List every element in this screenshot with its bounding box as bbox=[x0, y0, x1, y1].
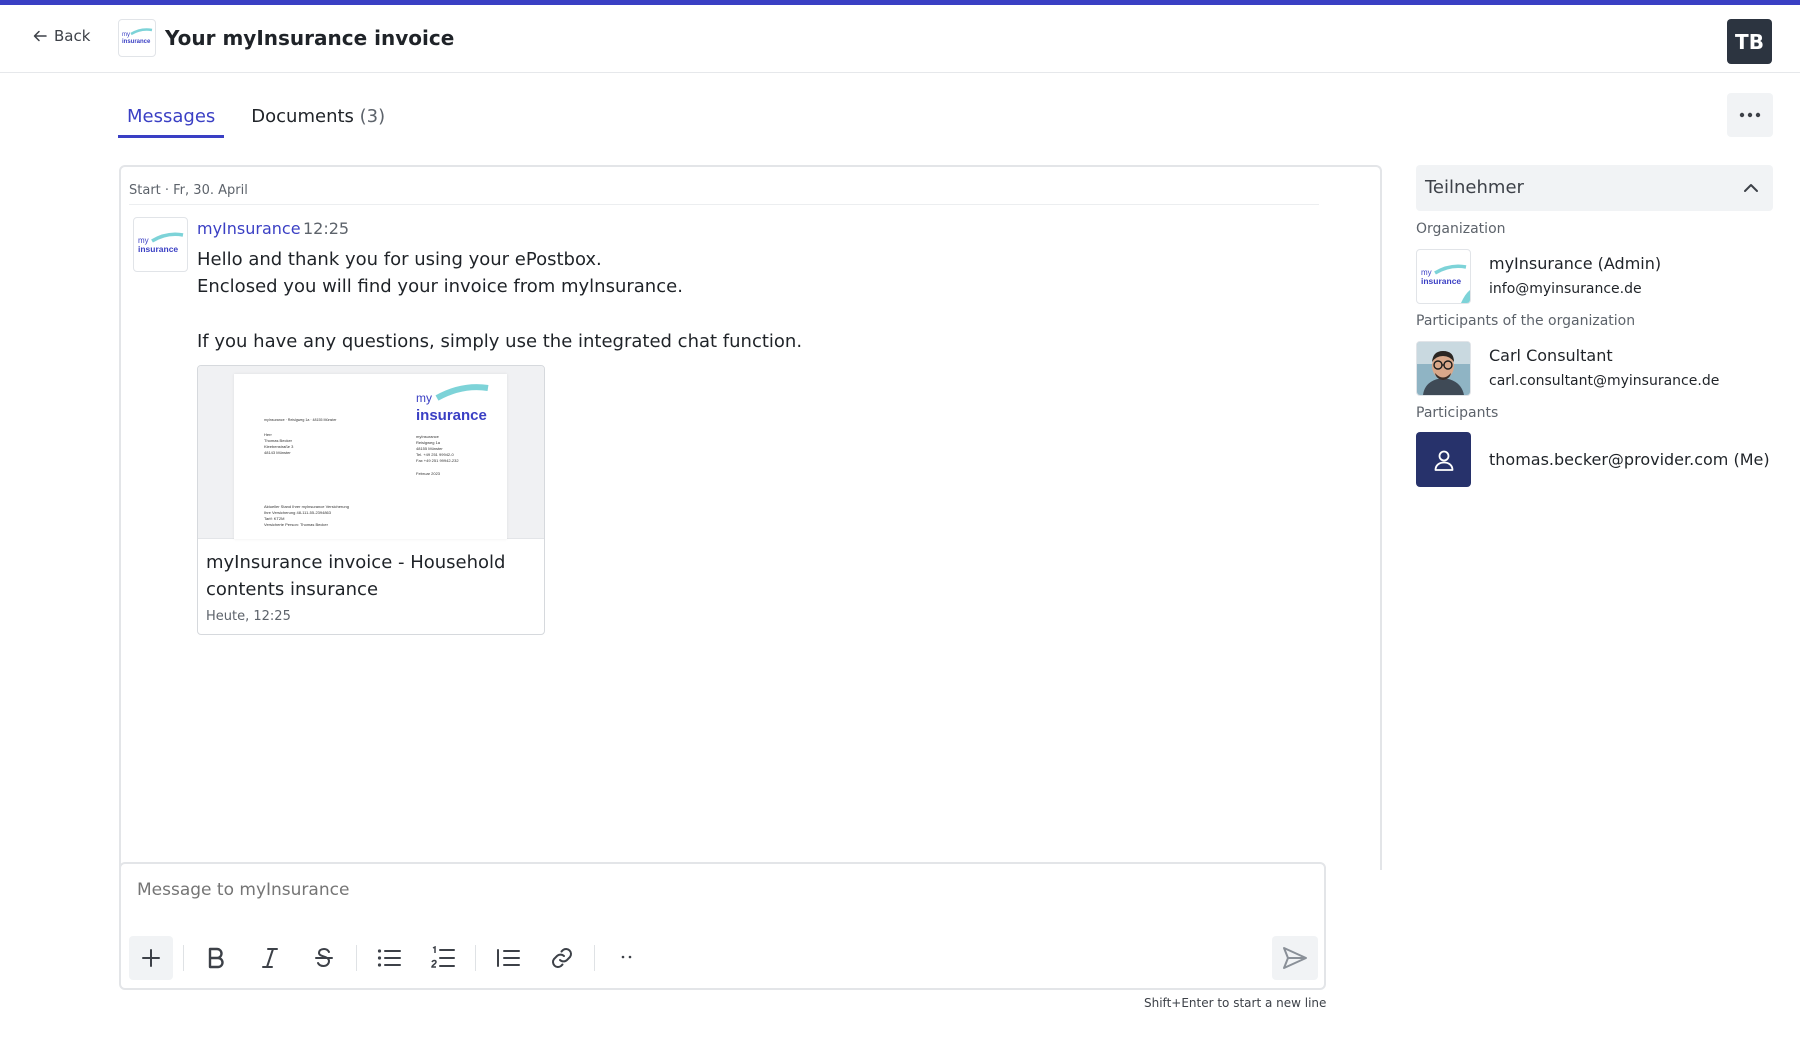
newline-hint: Shift+Enter to start a new line bbox=[1144, 996, 1327, 1010]
numbered-list-button[interactable] bbox=[421, 936, 465, 980]
back-button[interactable]: Back bbox=[32, 27, 90, 45]
header: Back my insurance Your myInsurance invoi… bbox=[0, 5, 1800, 73]
ellipsis-icon bbox=[621, 955, 632, 959]
participants-label: Participants bbox=[1416, 405, 1499, 421]
document-page-preview: my insurance myInsurance · Reislgweg 1a … bbox=[234, 374, 507, 539]
svg-text:Versicherte Person: Thomas Bec: Versicherte Person: Thomas Becker bbox=[264, 522, 329, 527]
message-line-3: If you have any questions, simply use th… bbox=[197, 331, 803, 352]
bold-icon bbox=[208, 947, 224, 969]
sender-avatar: my insurance bbox=[133, 217, 188, 272]
message-time: 12:25 bbox=[303, 219, 350, 238]
more-formatting-button[interactable] bbox=[605, 936, 649, 980]
svg-text:insurance: insurance bbox=[416, 407, 487, 424]
participants-panel-header[interactable]: Teilnehmer bbox=[1416, 165, 1773, 211]
consultant-name: Carl Consultant bbox=[1489, 346, 1613, 365]
svg-text:Fax +49 251 99942-232: Fax +49 251 99942-232 bbox=[416, 458, 459, 463]
organization-avatar: my insurance bbox=[1416, 249, 1471, 304]
strikethrough-icon bbox=[315, 947, 333, 968]
consultant-email[interactable]: carl.consultant@myinsurance.de bbox=[1489, 373, 1719, 389]
attachment-card[interactable]: my insurance myInsurance · Reislgweg 1a … bbox=[197, 365, 545, 635]
svg-text:my: my bbox=[416, 391, 432, 405]
organization-logo: my insurance bbox=[118, 19, 156, 57]
me-email[interactable]: thomas.becker@provider.com (Me) bbox=[1489, 450, 1770, 469]
message-line-2: Enclosed you will find your invoice from… bbox=[197, 276, 683, 297]
organization-name: myInsurance (Admin) bbox=[1489, 254, 1662, 273]
tab-messages[interactable]: Messages bbox=[118, 100, 225, 138]
message-input[interactable] bbox=[137, 880, 1237, 900]
toolbar-separator bbox=[475, 945, 476, 971]
toolbar-separator bbox=[183, 945, 184, 971]
chat-panel: Start · Fr, 30. April my insurance myIns… bbox=[119, 165, 1382, 870]
tab-documents[interactable]: Documents (3) bbox=[242, 100, 394, 138]
italic-icon bbox=[262, 948, 278, 968]
chevron-up-icon bbox=[1744, 184, 1758, 192]
attachment-title[interactable]: myInsurance invoice - Household contents… bbox=[206, 549, 526, 603]
svg-text:myInsurance: myInsurance bbox=[416, 434, 440, 439]
svg-text:48143 Münster: 48143 Münster bbox=[264, 450, 291, 455]
svg-text:Herr: Herr bbox=[264, 432, 272, 437]
organization-email[interactable]: info@myinsurance.de bbox=[1489, 281, 1642, 297]
tab-bar: Messages Documents (3) bbox=[118, 100, 412, 138]
svg-text:Aktueller Stand Ihrer myInsura: Aktueller Stand Ihrer myInsurance Versic… bbox=[264, 504, 349, 509]
consultant-avatar bbox=[1416, 341, 1471, 396]
blockquote-button[interactable] bbox=[486, 936, 530, 980]
bold-button[interactable] bbox=[194, 936, 238, 980]
page-title: Your myInsurance invoice bbox=[165, 26, 455, 50]
attachment-date: Heute, 12:25 bbox=[206, 609, 291, 624]
blockquote-icon bbox=[497, 949, 520, 967]
toolbar-separator bbox=[356, 945, 357, 971]
toolbar-separator bbox=[594, 945, 595, 971]
participants-title: Teilnehmer bbox=[1425, 177, 1524, 198]
strikethrough-button[interactable] bbox=[302, 936, 346, 980]
add-attachment-button[interactable] bbox=[129, 936, 173, 980]
tab-documents-count: (3) bbox=[359, 106, 386, 127]
organization-label: Organization bbox=[1416, 221, 1506, 237]
message-sender[interactable]: myInsurance bbox=[197, 219, 301, 238]
back-label: Back bbox=[54, 27, 91, 45]
svg-text:my: my bbox=[122, 32, 130, 38]
svg-text:Kleebenstraße 3: Kleebenstraße 3 bbox=[264, 444, 294, 449]
more-options-button[interactable] bbox=[1727, 93, 1773, 137]
user-avatar[interactable]: TB bbox=[1727, 19, 1772, 64]
svg-text:insurance: insurance bbox=[122, 39, 151, 45]
svg-text:Ihre Versicherung 48-111-55-23: Ihre Versicherung 48-111-55-2394863 bbox=[264, 510, 332, 515]
attachment-preview: my insurance myInsurance · Reislgweg 1a … bbox=[198, 366, 544, 539]
numbered-list-icon bbox=[431, 946, 455, 968]
svg-text:Tel. +49 251 99942-0: Tel. +49 251 99942-0 bbox=[416, 452, 454, 457]
svg-text:Februar 2023: Februar 2023 bbox=[416, 471, 441, 476]
svg-text:insurance: insurance bbox=[138, 244, 178, 254]
message-composer bbox=[119, 862, 1326, 990]
svg-text:Reislgweg 1a: Reislgweg 1a bbox=[416, 440, 441, 445]
svg-text:myInsurance · Reislgweg 1a · 4: myInsurance · Reislgweg 1a · 48155 Münst… bbox=[264, 418, 337, 422]
tab-messages-label: Messages bbox=[127, 106, 216, 127]
user-icon bbox=[1434, 450, 1453, 471]
more-horizontal-icon bbox=[1739, 112, 1761, 118]
send-button[interactable] bbox=[1272, 936, 1318, 980]
arrow-left-icon bbox=[33, 30, 47, 42]
send-icon bbox=[1283, 947, 1307, 969]
svg-text:Thomas Becker: Thomas Becker bbox=[264, 438, 293, 443]
svg-text:insurance: insurance bbox=[1421, 276, 1461, 286]
message-line-1: Hello and thank you for using your ePost… bbox=[197, 249, 602, 270]
link-button[interactable] bbox=[540, 936, 584, 980]
link-icon bbox=[552, 948, 572, 968]
svg-text:Tarif: KT2M: Tarif: KT2M bbox=[264, 516, 284, 521]
me-avatar bbox=[1416, 432, 1471, 487]
org-participants-label: Participants of the organization bbox=[1416, 313, 1636, 329]
bullet-list-button[interactable] bbox=[367, 936, 411, 980]
tab-documents-label: Documents bbox=[251, 106, 354, 127]
bullet-list-icon bbox=[377, 949, 401, 967]
svg-text:48155 Münster: 48155 Münster bbox=[416, 446, 443, 451]
plus-icon bbox=[142, 949, 160, 967]
formatting-toolbar bbox=[129, 936, 659, 980]
italic-button[interactable] bbox=[248, 936, 292, 980]
date-divider: Start · Fr, 30. April bbox=[129, 183, 1319, 205]
